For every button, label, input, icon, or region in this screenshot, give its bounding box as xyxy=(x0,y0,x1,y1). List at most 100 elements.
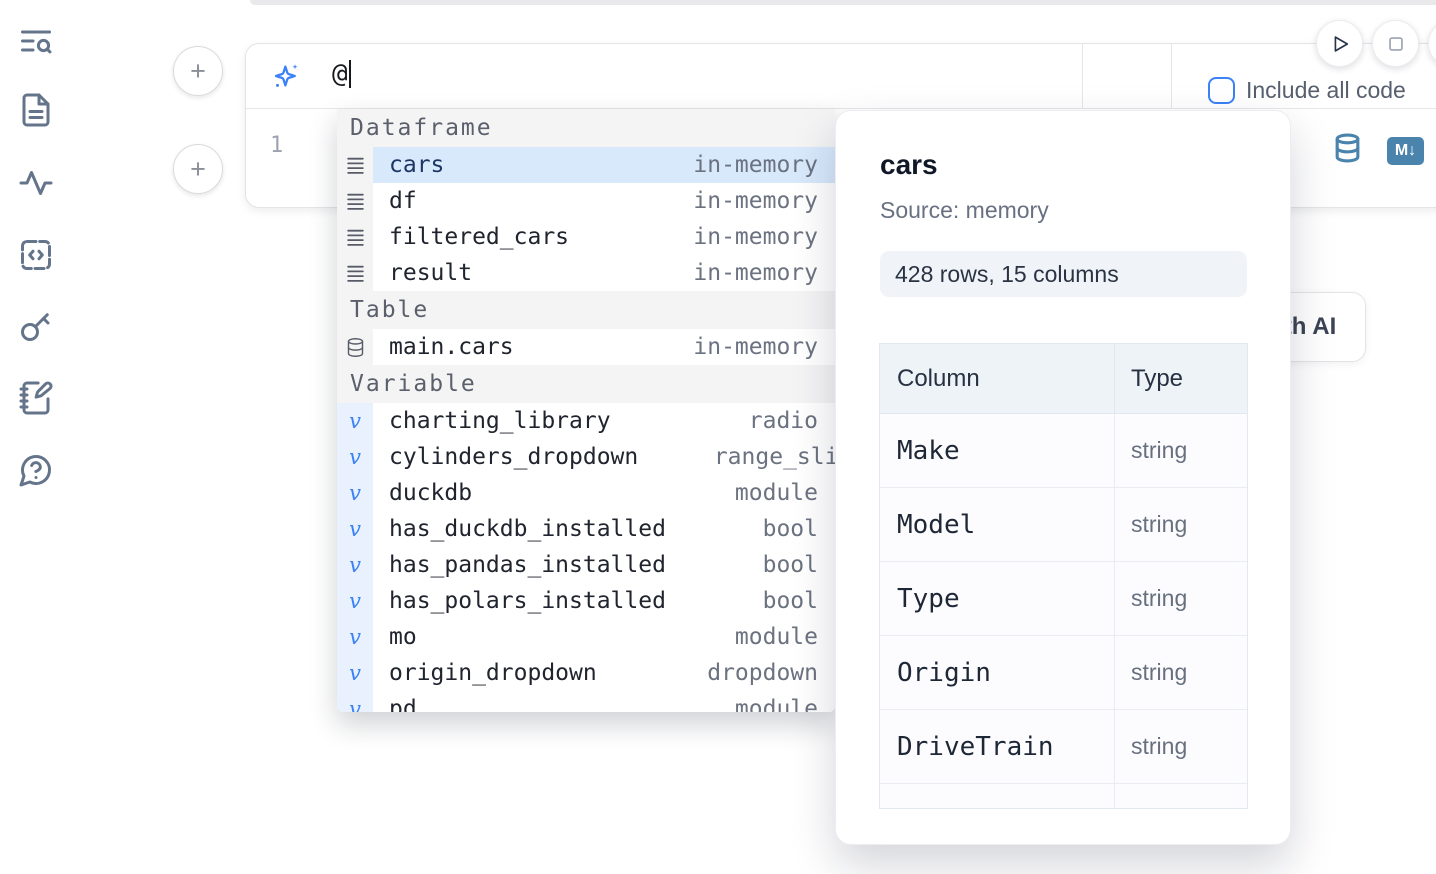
item-type: range_slider xyxy=(714,444,835,470)
item-content: charting_libraryradio xyxy=(373,403,835,439)
item-content: cylinders_dropdown range_slider xyxy=(373,439,835,475)
table-row: DriveTrainstring xyxy=(880,710,1247,784)
item-content: origin_dropdown dropdown xyxy=(373,655,835,691)
autocomplete-list: Dataframecarsin-memorydfin-memoryfiltere… xyxy=(337,109,835,712)
dataframe-preview-popup: cars Source: memory 428 rows, 15 columns… xyxy=(835,110,1291,845)
item-type: module xyxy=(735,696,818,712)
table-row xyxy=(880,784,1247,809)
item-type: in-memory xyxy=(693,188,818,214)
autocomplete-item-pd[interactable]: vpd module xyxy=(337,691,835,712)
previous-cell-edge xyxy=(250,0,1436,5)
autocomplete-item-main.cars[interactable]: main.cars in-memory xyxy=(337,329,835,365)
variable-icon: v xyxy=(337,691,373,712)
autocomplete-item-origin_dropdown[interactable]: v origin_dropdown dropdown xyxy=(337,655,835,691)
table-row: Typestring xyxy=(880,562,1247,636)
column-header: Column xyxy=(880,344,1114,413)
dataframe-icon xyxy=(337,255,373,291)
line-number: 1 xyxy=(270,133,283,158)
item-content: main.cars in-memory xyxy=(373,329,835,365)
variable-icon: v xyxy=(337,403,373,439)
item-content: has_polars_installedbool xyxy=(373,583,835,619)
item-type: dropdown xyxy=(707,660,818,686)
stop-cell-button[interactable] xyxy=(1372,20,1419,67)
item-name: charting_library xyxy=(389,408,611,434)
item-name: pd xyxy=(389,696,417,712)
autocomplete-item-has_duckdb_installed[interactable]: vhas_duckdb_installedbool xyxy=(337,511,835,547)
add-cell-button-bottom[interactable]: + xyxy=(173,144,223,194)
notebook-pen-icon[interactable] xyxy=(17,379,55,417)
autocomplete-item-duckdb[interactable]: vduckdbmodule xyxy=(337,475,835,511)
run-cell-button[interactable] xyxy=(1316,20,1363,67)
preview-source: Source: memory xyxy=(880,197,1290,224)
autocomplete-item-cars[interactable]: cars in-memory xyxy=(337,147,835,183)
preview-title: cars xyxy=(880,149,1290,181)
item-name: main.cars xyxy=(389,334,514,360)
ai-prompt-row[interactable]: @ Include all code xyxy=(246,44,1436,109)
markdown-icon[interactable]: M↓ xyxy=(1387,137,1424,165)
item-type: module xyxy=(735,624,818,650)
database-icon[interactable] xyxy=(1332,130,1363,171)
item-name: filtered_cars xyxy=(389,224,569,250)
autocomplete-item-cylinders_dropdown[interactable]: vcylinders_dropdownrange_slider xyxy=(337,439,835,475)
item-name: df xyxy=(389,188,417,214)
autocomplete-item-df[interactable]: df in-memory xyxy=(337,183,835,219)
autocomplete-item-filtered_cars[interactable]: filtered_cars in-memory xyxy=(337,219,835,255)
add-cell-button-top[interactable]: + xyxy=(173,46,223,96)
column-type-cell xyxy=(1114,784,1247,809)
table-row: Makestring xyxy=(880,414,1247,488)
file-text-icon[interactable] xyxy=(17,91,55,129)
variable-icon: v xyxy=(337,475,373,511)
prompt-divider-1 xyxy=(1082,44,1083,109)
variable-icon: v xyxy=(337,619,373,655)
item-type: bool xyxy=(763,516,818,542)
text-cursor xyxy=(349,60,351,88)
column-name-cell: Make xyxy=(880,414,1114,487)
include-all-code-checkbox[interactable] xyxy=(1208,77,1235,104)
item-name: duckdb xyxy=(389,480,472,506)
autocomplete-section-header: Table xyxy=(337,291,835,329)
database-icon xyxy=(337,329,373,365)
table-header-row: Column Type xyxy=(880,344,1247,414)
column-name-cell: Model xyxy=(880,488,1114,561)
autocomplete-item-result[interactable]: resultin-memory xyxy=(337,255,835,291)
variable-icon: v xyxy=(337,655,373,691)
autocomplete-item-mo[interactable]: vmo module xyxy=(337,619,835,655)
column-type-cell: string xyxy=(1114,414,1247,487)
preview-shape-badge: 428 rows, 15 columns xyxy=(880,251,1247,297)
item-type: in-memory xyxy=(693,152,818,178)
item-type: in-memory xyxy=(693,224,818,250)
dataframe-icon xyxy=(337,183,373,219)
ai-prompt-input[interactable]: @ xyxy=(332,59,351,89)
item-name: has_polars_installed xyxy=(389,588,666,614)
item-content: has_duckdb_installedbool xyxy=(373,511,835,547)
list-search-icon[interactable] xyxy=(17,22,55,60)
table-body: MakestringModelstringTypestringOriginstr… xyxy=(880,414,1247,809)
item-name: cars xyxy=(389,152,444,178)
column-type-cell: string xyxy=(1114,636,1247,709)
item-type: in-memory xyxy=(693,334,818,360)
autocomplete-item-has_pandas_installed[interactable]: vhas_pandas_installedbool xyxy=(337,547,835,583)
item-name: result xyxy=(389,260,472,286)
type-header: Type xyxy=(1114,344,1247,413)
item-name: cylinders_dropdown xyxy=(389,444,638,470)
item-content: has_pandas_installedbool xyxy=(373,547,835,583)
code-box-icon[interactable] xyxy=(17,236,55,274)
dataframe-icon xyxy=(337,219,373,255)
key-icon[interactable] xyxy=(17,307,55,345)
item-content: cars in-memory xyxy=(373,147,835,183)
item-name: origin_dropdown xyxy=(389,660,597,686)
activity-icon[interactable] xyxy=(17,164,55,202)
stop-icon xyxy=(1385,33,1407,55)
item-name: mo xyxy=(389,624,417,650)
prompt-divider-2 xyxy=(1171,44,1172,109)
column-type-cell: string xyxy=(1114,562,1247,635)
item-type: bool xyxy=(763,552,818,578)
column-type-cell: string xyxy=(1114,710,1247,783)
table-row: Modelstring xyxy=(880,488,1247,562)
item-content: resultin-memory xyxy=(373,255,835,291)
autocomplete-item-charting_library[interactable]: vcharting_libraryradio xyxy=(337,403,835,439)
help-circle-icon[interactable] xyxy=(17,451,55,489)
prompt-value: @ xyxy=(332,59,348,89)
autocomplete-item-has_polars_installed[interactable]: vhas_polars_installedbool xyxy=(337,583,835,619)
autocomplete-section-header: Dataframe xyxy=(337,109,835,147)
